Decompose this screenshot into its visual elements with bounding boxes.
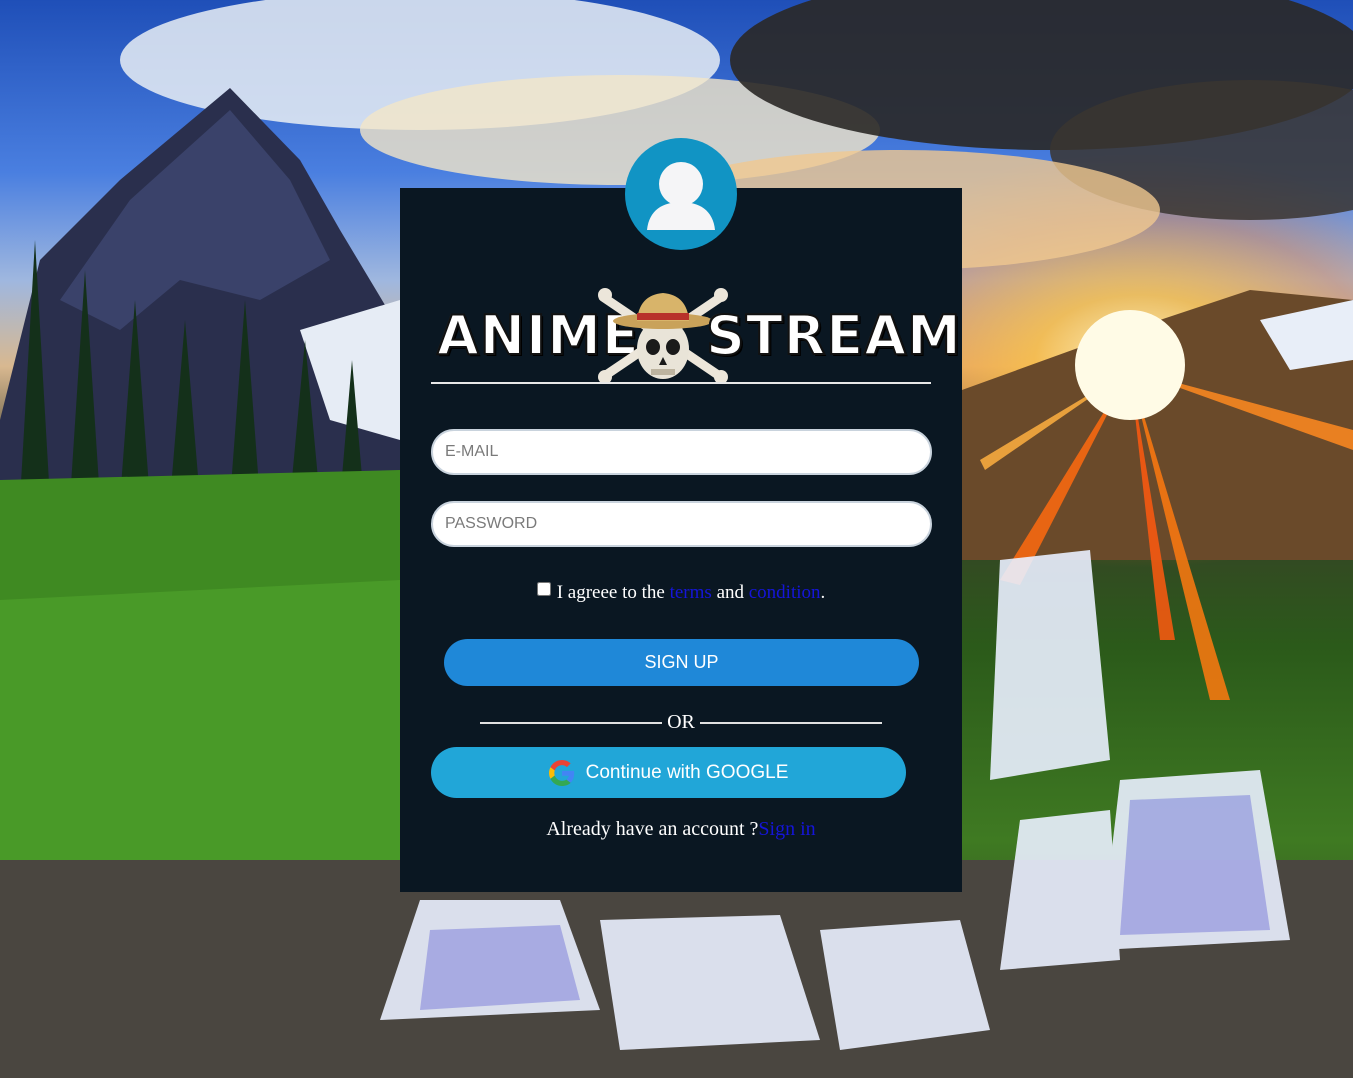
signin-row: Already have an account ?Sign in <box>400 815 962 843</box>
sign-in-link[interactable]: Sign in <box>758 818 815 840</box>
google-g-icon <box>548 759 574 786</box>
password-input[interactable] <box>431 501 932 547</box>
condition-link[interactable]: condition <box>749 582 821 603</box>
or-divider: OR <box>480 708 882 736</box>
terms-row: I agreee to the terms and condition. <box>400 580 962 606</box>
email-input[interactable] <box>431 429 932 475</box>
sign-up-button[interactable]: SIGN UP <box>444 639 919 686</box>
user-silhouette-icon <box>647 162 715 230</box>
terms-prefix: I agreee to the <box>556 582 665 603</box>
terms-suffix: . <box>820 582 826 603</box>
logo-word-right: STREAM <box>705 303 962 368</box>
terms-checkbox[interactable] <box>536 582 551 596</box>
terms-and: and <box>716 582 744 603</box>
google-button-label: Continue with GOOGLE <box>585 761 789 783</box>
terms-link[interactable]: terms <box>670 582 712 603</box>
google-signin-button[interactable]: Continue with GOOGLE <box>431 747 906 798</box>
logo-divider <box>431 382 931 384</box>
avatar <box>625 138 737 250</box>
or-line-right <box>700 722 882 724</box>
signin-prompt: Already have an account ? <box>546 818 759 840</box>
brand-logo: ANIME STREAM <box>431 283 962 383</box>
